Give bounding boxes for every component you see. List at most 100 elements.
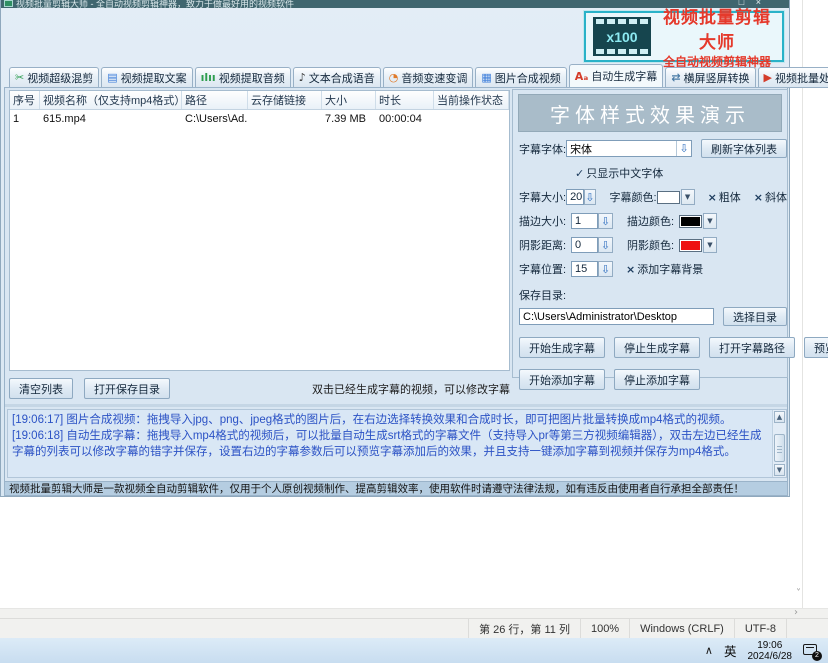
taskbar-clock[interactable]: 19:06 2024/6/28 — [748, 640, 793, 662]
subtitle-color-swatch — [657, 191, 680, 204]
background-horizontal-scrollbar[interactable]: › — [0, 608, 828, 618]
video-list-table: 序号视频名称（仅支持mp4格式）路径云存储链接大小时长当前操作状态 1615.m… — [9, 90, 510, 371]
preview-subtitle-effect-button[interactable]: 预览字幕效果 — [804, 337, 828, 358]
subtitle-size-row: 字幕大小:20⇩字幕颜色:▼×粗体×斜体 — [519, 189, 787, 205]
tab-label: 自动生成字幕 — [591, 68, 657, 84]
scissors-icon: ✂ — [15, 71, 24, 84]
subtitle-size-input[interactable]: 20 — [566, 189, 584, 205]
column-header[interactable]: 时长 — [376, 91, 434, 109]
bold-checkbox[interactable]: ×粗体 — [708, 189, 741, 205]
taskbar-time: 19:06 — [748, 640, 793, 651]
start-add-subtitle-button[interactable]: 开始添加字幕 — [519, 369, 605, 390]
tab-screen-rotate[interactable]: ⇄横屏竖屏转换 — [665, 67, 755, 88]
chinese-font-only-checkbox[interactable]: ✓ 只显示中文字体 — [575, 165, 663, 181]
save-directory-label: 保存目录: — [519, 287, 787, 303]
table-cell: 00:00:04 — [376, 113, 434, 125]
clear-list-button[interactable]: 清空列表 — [9, 378, 73, 399]
subtitle-size-label: 字幕大小: — [519, 189, 566, 205]
subtitle-a-icon: Aₐ — [575, 70, 589, 83]
spin-down-icon[interactable]: ⇩ — [598, 261, 613, 277]
notification-center-icon[interactable]: 2 — [803, 644, 820, 658]
subtitle-color-dropdown[interactable]: ▼ — [657, 189, 695, 205]
subtitle-font-input[interactable] — [567, 141, 676, 156]
tray-expand-icon[interactable]: ∧ — [705, 644, 713, 657]
tab-label: 文本合成语音 — [309, 70, 375, 86]
column-header[interactable]: 大小 — [322, 91, 376, 109]
add-subtitle-background-checkbox[interactable]: ×添加字幕背景 — [626, 261, 703, 277]
spin-down-icon[interactable]: ⇩ — [598, 213, 613, 229]
logo-title: 视频批量剪辑大师 — [659, 3, 775, 53]
waveform-icon: ılıı — [201, 71, 216, 84]
shadow-color-dropdown[interactable]: ▼ — [679, 237, 717, 253]
spin-down-icon[interactable]: ⇩ — [598, 237, 613, 253]
tab-image-to-video[interactable]: ▦图片合成视频 — [475, 67, 566, 88]
ime-indicator[interactable]: 英 — [724, 641, 737, 660]
italic-checkbox[interactable]: ×斜体 — [754, 189, 787, 205]
save-directory-input[interactable] — [519, 308, 714, 325]
chinese-font-only-label: 只显示中文字体 — [586, 165, 663, 181]
log-line: [19:06:18] 自动生成字幕：拖拽导入mp4格式的视频后，可以批量自动生成… — [12, 428, 768, 460]
tab-extract-audio[interactable]: ılıı视频提取音频 — [195, 67, 291, 88]
open-subtitle-path-button[interactable]: 打开字幕路径 — [709, 337, 795, 358]
stop-generate-subtitle-button[interactable]: 停止生成字幕 — [614, 337, 700, 358]
refresh-font-list-button[interactable]: 刷新字体列表 — [701, 139, 787, 158]
subtitle-font-dropdown[interactable]: ⇩ — [566, 140, 692, 157]
start-generate-subtitle-button[interactable]: 开始生成字幕 — [519, 337, 605, 358]
background-scroll-right-icon[interactable]: › — [794, 607, 798, 618]
shadow-color-swatch — [679, 239, 702, 252]
splitter[interactable] — [5, 404, 787, 407]
column-header[interactable]: 当前操作状态 — [434, 91, 509, 109]
status-spacer — [786, 619, 828, 638]
subtitle-font-label: 字幕字体: — [519, 141, 566, 157]
shadow-distance-row: 阴影距离:0⇩阴影颜色:▼ — [519, 237, 787, 253]
scroll-down-icon[interactable]: ▼ — [774, 464, 785, 476]
background-scroll-down-icon[interactable]: ˅ — [796, 588, 801, 599]
column-header[interactable]: 视频名称（仅支持mp4格式） — [40, 91, 182, 109]
table-cell: 1 — [10, 113, 40, 125]
stroke-color-label: 描边颜色: — [627, 213, 679, 229]
tab-label: 视频超级混剪 — [27, 70, 93, 86]
double-click-hint: 双击已经生成字幕的视频，可以修改字幕 — [312, 381, 510, 397]
select-directory-button[interactable]: 选择目录 — [723, 307, 787, 326]
table-header-row: 序号视频名称（仅支持mp4格式）路径云存储链接大小时长当前操作状态 — [10, 91, 509, 110]
dropdown-arrow-icon[interactable]: ⇩ — [676, 141, 691, 156]
disclaimer-bar: 视频批量剪辑大师是一款视频全自动剪辑软件，仅用于个人原创视频制作、提高剪辑效率，… — [4, 482, 788, 496]
shadow-color-label: 阴影颜色: — [627, 237, 679, 253]
stroke-size-row: 描边大小:1⇩ 描边颜色: ▼ — [519, 213, 787, 229]
add-subtitle-background-label: 添加字幕背景 — [637, 261, 703, 277]
tab-extract-text[interactable]: ▤视频提取文案 — [101, 67, 192, 88]
dropdown-arrow-icon[interactable]: ▼ — [703, 213, 717, 229]
log-scrollbar[interactable]: ▲ ▼ — [772, 410, 786, 477]
open-save-directory-button[interactable]: 打开保存目录 — [84, 378, 170, 399]
stroke-size-input[interactable]: 1 — [571, 213, 598, 229]
tab-audio-speed-pitch[interactable]: ◔音频变速变调 — [383, 67, 474, 88]
column-header[interactable]: 路径 — [182, 91, 248, 109]
dropdown-arrow-icon[interactable]: ▼ — [681, 189, 695, 205]
column-header[interactable]: 序号 — [10, 91, 40, 109]
subtitle-position-input[interactable]: 15 — [571, 261, 598, 277]
bold-label: 粗体 — [719, 189, 741, 205]
editor-status-bar: 第 26 行，第 11 列100%Windows (CRLF)UTF-8 — [0, 618, 828, 638]
stroke-size-label: 描边大小: — [519, 213, 571, 229]
scroll-up-icon[interactable]: ▲ — [774, 411, 785, 423]
tab-video-batch[interactable]: ▶视频批量处理 — [758, 67, 828, 88]
status-cursor-position: 第 26 行，第 11 列 — [468, 619, 580, 638]
windows-taskbar: ∧ 英 19:06 2024/6/28 2 — [0, 638, 828, 663]
tab-auto-subtitle[interactable]: Aₐ自动生成字幕 — [569, 64, 664, 88]
status-zoom-level: 100% — [580, 619, 629, 638]
stop-add-subtitle-button[interactable]: 停止添加字幕 — [614, 369, 700, 390]
tab-text-to-speech[interactable]: ♪文本合成语音 — [293, 67, 381, 88]
tab-label: 视频提取音频 — [219, 70, 285, 86]
italic-label: 斜体 — [765, 189, 787, 205]
shadow-distance-input[interactable]: 0 — [571, 237, 598, 253]
spin-down-icon[interactable]: ⇩ — [584, 189, 595, 205]
taskbar-date: 2024/6/28 — [748, 651, 793, 662]
scroll-thumb[interactable] — [774, 434, 785, 462]
table-row[interactable]: 1615.mp4C:\Users\Ad...7.39 MB00:00:04 — [10, 110, 509, 127]
dropdown-arrow-icon[interactable]: ▼ — [703, 237, 717, 253]
cross-icon: × — [626, 263, 635, 276]
tab-video-super-mix[interactable]: ✂视频超级混剪 — [9, 67, 99, 88]
stroke-color-dropdown[interactable]: ▼ — [679, 213, 717, 229]
column-header[interactable]: 云存储链接 — [248, 91, 322, 109]
screen-rotate-icon: ⇄ — [671, 71, 680, 84]
